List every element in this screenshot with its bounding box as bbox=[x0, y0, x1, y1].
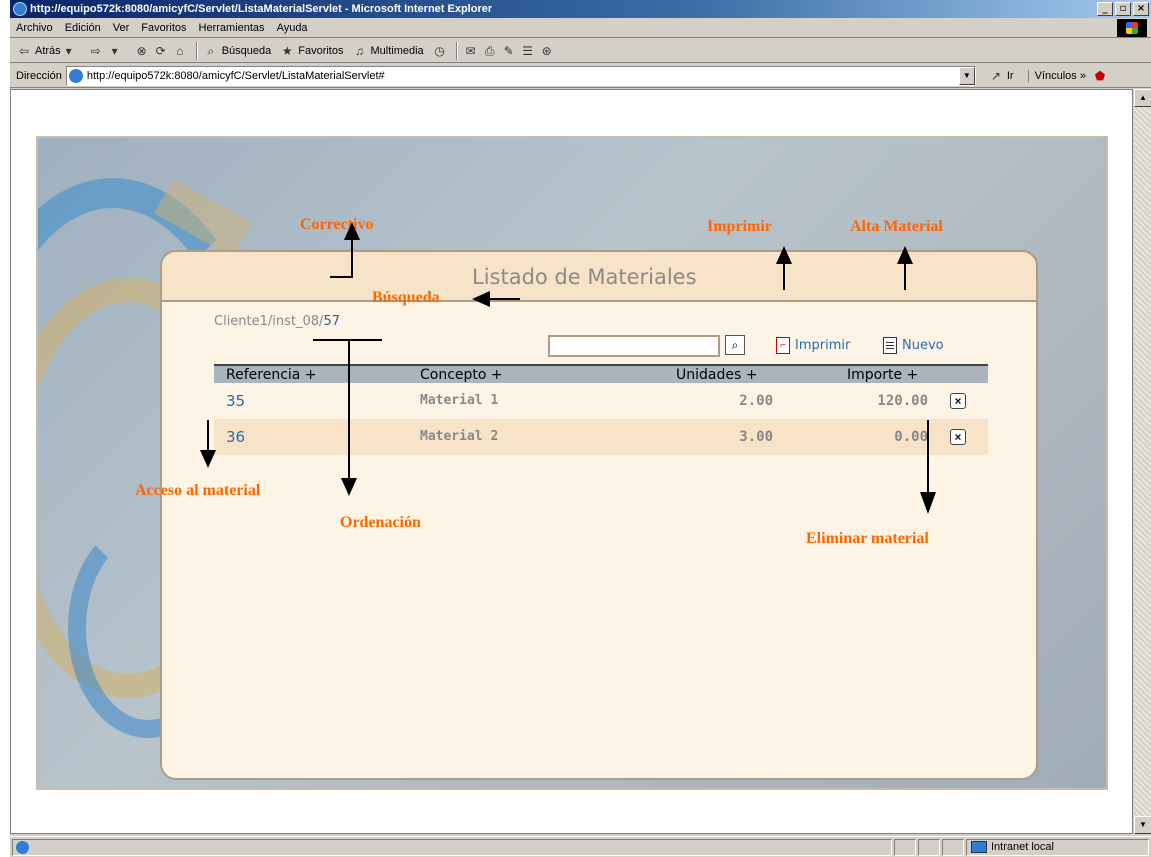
security-zone: Intranet local bbox=[966, 838, 1149, 856]
close-button[interactable]: × bbox=[1133, 2, 1149, 16]
table-header: Referencia + Concepto + Unidades + Impor… bbox=[214, 364, 988, 383]
multimedia-button[interactable]: ♫ Multimedia bbox=[351, 43, 424, 59]
forward-arrow-icon: ⇨ bbox=[90, 43, 101, 58]
print-link[interactable]: Imprimir bbox=[795, 338, 850, 353]
search-button-icon[interactable]: ⌕ bbox=[725, 335, 745, 355]
go-button[interactable]: ↗ Ir bbox=[988, 68, 1014, 84]
breadcrumb-correctivo-link[interactable]: 57 bbox=[323, 314, 340, 329]
amount-cell: 120.00 bbox=[877, 393, 928, 409]
print-icon[interactable]: ⎙ bbox=[482, 43, 498, 59]
units-cell: 3.00 bbox=[739, 429, 773, 445]
annotation-acceso: Acceso al material bbox=[135, 482, 261, 499]
concept-cell: Material 2 bbox=[420, 429, 499, 444]
discuss-icon[interactable]: ☰ bbox=[520, 43, 536, 59]
annotation-eliminar: Eliminar material bbox=[806, 530, 929, 547]
stop-icon[interactable]: ⊗ bbox=[134, 43, 150, 59]
menu-herramientas[interactable]: Herramientas bbox=[199, 22, 265, 34]
menu-ayuda[interactable]: Ayuda bbox=[277, 22, 308, 34]
annotation-imprimir: Imprimir bbox=[707, 218, 772, 235]
card-header: Listado de Materiales bbox=[162, 252, 1036, 302]
windows-logo bbox=[1117, 19, 1147, 37]
links-button[interactable]: Vínculos » bbox=[1027, 69, 1086, 82]
pdf-icon[interactable]: ⌐ bbox=[776, 337, 790, 354]
acrobat-icon[interactable]: ⬟ bbox=[1092, 68, 1108, 84]
address-bar: Dirección http://equipo572k:8080/amicyfC… bbox=[10, 64, 1151, 88]
breadcrumb: Cliente1/inst_08/57 bbox=[214, 314, 340, 329]
status-segment bbox=[918, 838, 940, 856]
menu-archivo[interactable]: Archivo bbox=[16, 22, 53, 34]
units-cell: 2.00 bbox=[739, 393, 773, 409]
dropdown-icon: ▾ bbox=[65, 43, 72, 58]
page-icon bbox=[68, 68, 83, 83]
window-controls: _ ▫ × bbox=[1097, 2, 1149, 16]
dropdown-icon: ▾ bbox=[111, 43, 118, 58]
multimedia-icon: ♫ bbox=[354, 43, 364, 58]
menu-bar: Archivo Edición Ver Favoritos Herramient… bbox=[10, 18, 1151, 38]
background-panel: Listado de Materiales Cliente1/inst_08/5… bbox=[36, 136, 1108, 790]
standard-toolbar: ⇦ Atrás ▾ ⇨ ▾ ⊗ ⟳ ⌂ ⌕ Búsqueda ★ Favorit… bbox=[10, 39, 1151, 63]
annotation-busqueda: Búsqueda bbox=[372, 289, 440, 306]
address-url[interactable]: http://equipo572k:8080/amicyfC/Servlet/L… bbox=[87, 70, 385, 82]
edit-icon[interactable]: ✎ bbox=[501, 43, 517, 59]
address-label: Dirección bbox=[16, 69, 62, 82]
amount-cell: 0.00 bbox=[894, 429, 928, 445]
search-button[interactable]: ⌕ Búsqueda bbox=[203, 43, 271, 59]
concept-cell: Material 1 bbox=[420, 393, 499, 408]
home-icon[interactable]: ⌂ bbox=[172, 43, 188, 59]
vertical-scrollbar[interactable]: ▲ ▼ bbox=[1133, 89, 1151, 834]
toolbar-separator bbox=[195, 41, 198, 60]
intranet-icon bbox=[971, 841, 987, 853]
annotation-ordenacion: Ordenación bbox=[340, 514, 421, 531]
new-material-link[interactable]: Nuevo bbox=[902, 338, 944, 353]
address-field[interactable]: http://equipo572k:8080/amicyfC/Servlet/L… bbox=[65, 65, 976, 86]
menu-edicion[interactable]: Edición bbox=[65, 22, 101, 34]
forward-button[interactable]: ⇨ ▾ bbox=[88, 43, 126, 59]
favorites-icon: ★ bbox=[281, 43, 293, 58]
page-status-icon bbox=[16, 840, 29, 854]
refresh-icon[interactable]: ⟳ bbox=[153, 43, 169, 59]
address-dropdown-icon[interactable]: ▼ bbox=[958, 66, 975, 85]
materials-table: Referencia + Concepto + Unidades + Impor… bbox=[214, 364, 988, 455]
status-text-area bbox=[12, 838, 892, 856]
annotation-alta-material: Alta Material bbox=[850, 218, 943, 235]
go-arrow-icon: ↗ bbox=[990, 68, 1001, 83]
menu-favoritos[interactable]: Favoritos bbox=[141, 22, 186, 34]
ie-icon bbox=[13, 2, 27, 16]
page-viewport: Listado de Materiales Cliente1/inst_08/5… bbox=[10, 89, 1133, 834]
annotation-correctivo: Correctivo bbox=[300, 216, 374, 233]
back-button[interactable]: ⇦ Atrás ▾ bbox=[16, 43, 80, 59]
status-segment bbox=[942, 838, 964, 856]
status-bar: Intranet local bbox=[10, 836, 1151, 857]
browser-window: http://equipo572k:8080/amicyfC/Servlet/L… bbox=[9, 0, 1151, 857]
maximize-button[interactable]: ▫ bbox=[1115, 2, 1131, 16]
page-title: Listado de Materiales bbox=[472, 265, 697, 289]
delete-icon[interactable]: × bbox=[950, 429, 966, 445]
mail-icon[interactable]: ✉ bbox=[463, 43, 479, 59]
title-bar[interactable]: http://equipo572k:8080/amicyfC/Servlet/L… bbox=[10, 0, 1151, 18]
materials-card: Listado de Materiales Cliente1/inst_08/5… bbox=[160, 250, 1038, 780]
back-arrow-icon: ⇦ bbox=[18, 43, 30, 58]
status-segment bbox=[894, 838, 916, 856]
messenger-icon[interactable]: ⊛ bbox=[539, 43, 555, 59]
minimize-button[interactable]: _ bbox=[1097, 2, 1113, 16]
delete-icon[interactable]: × bbox=[950, 393, 966, 409]
search-input[interactable] bbox=[548, 335, 720, 357]
table-row: 35 Material 1 2.00 120.00 × bbox=[214, 383, 988, 419]
table-row: 36 Material 2 3.00 0.00 × bbox=[214, 419, 988, 455]
toolbar-separator bbox=[455, 41, 458, 60]
favorites-button[interactable]: ★ Favoritos bbox=[279, 43, 344, 59]
search-icon: ⌕ bbox=[207, 43, 215, 58]
reference-link[interactable]: 35 bbox=[226, 383, 245, 419]
new-document-icon[interactable] bbox=[883, 337, 897, 354]
menu-ver[interactable]: Ver bbox=[113, 22, 130, 34]
reference-link[interactable]: 36 bbox=[226, 419, 245, 455]
window-title: http://equipo572k:8080/amicyfC/Servlet/L… bbox=[30, 3, 493, 15]
scroll-down-icon[interactable]: ▼ bbox=[1134, 816, 1151, 834]
history-icon[interactable]: ◷ bbox=[432, 43, 448, 59]
scroll-up-icon[interactable]: ▲ bbox=[1134, 89, 1151, 107]
